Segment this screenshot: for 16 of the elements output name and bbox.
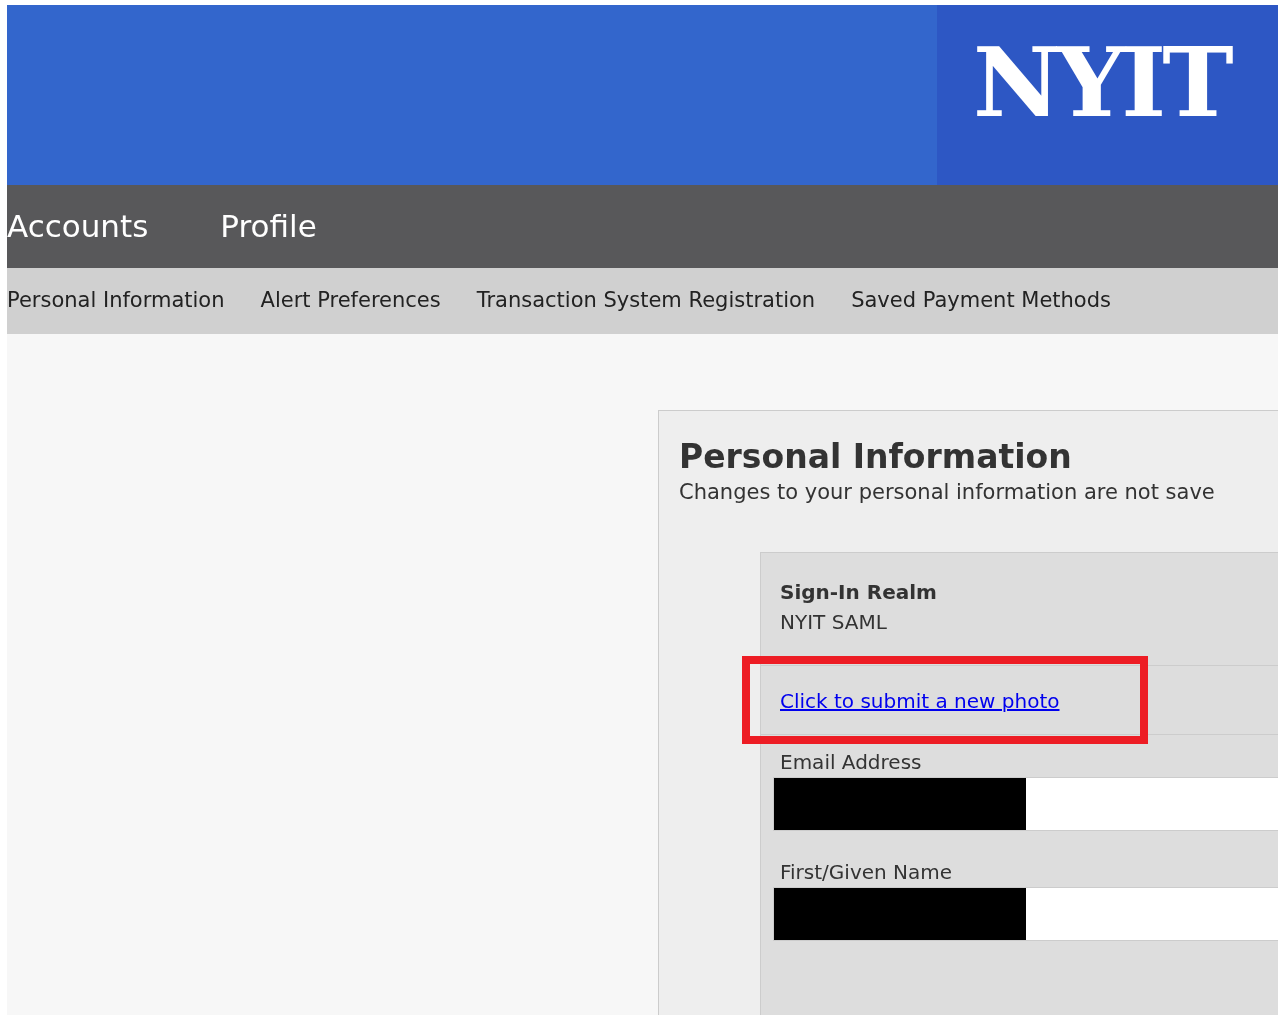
- sub-nav-link[interactable]: Alert Preferences: [260, 285, 441, 317]
- photo-link[interactable]: Click to submit a new photo: [780, 689, 1060, 714]
- nav-link[interactable]: Accounts: [7, 203, 149, 250]
- field-label: First/Given Name: [779, 859, 954, 887]
- field-label: Sign-In Realm: [780, 579, 938, 607]
- panel-title: Personal Information: [679, 437, 1073, 477]
- panel-subtitle: Changes to your personal information are not save: [679, 478, 1216, 506]
- input-field[interactable]: [773, 887, 1278, 942]
- nav-link[interactable]: Profile: [220, 203, 317, 250]
- sub-nav-link[interactable]: Transaction System Registration: [476, 285, 816, 317]
- field-value: NYIT SAML: [780, 609, 888, 637]
- sub-nav-link[interactable]: Saved Payment Methods: [851, 285, 1111, 317]
- input-field[interactable]: [773, 777, 1278, 832]
- field-label: Email Address: [779, 749, 923, 777]
- sub-nav-link[interactable]: Personal Information: [7, 285, 225, 317]
- logo: NYIT: [973, 35, 1230, 131]
